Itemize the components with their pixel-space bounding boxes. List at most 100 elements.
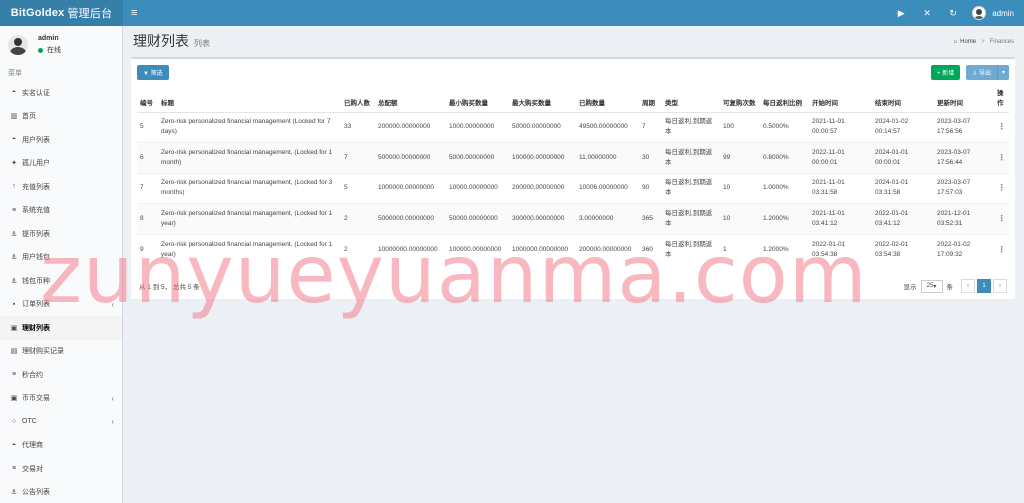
- brand-sub: 管理后台: [67, 8, 113, 20]
- menu-item-icon: ◓: [11, 441, 17, 449]
- table-cell: 200000.00000000: [509, 172, 576, 204]
- table-cell: 2023-03-07 17:56:44: [934, 142, 994, 173]
- column-header: 最小购买数量: [446, 85, 509, 113]
- sidebar-item[interactable]: ≡ 交易对: [0, 457, 122, 481]
- prev-page-button[interactable]: ‹: [961, 279, 975, 293]
- table-cell: 1000000.00000000: [375, 172, 446, 204]
- sidebar-item-label: 用户钱包: [22, 254, 50, 262]
- sidebar-item[interactable]: ✦ 孤儿用户: [0, 152, 122, 176]
- sidebar-item[interactable]: ○ OTC ‹: [0, 410, 122, 434]
- sidebar-item-label: 实名认证: [22, 89, 50, 97]
- table-header-row: 编号 标题 已购人数 总配额 最小购买数量 最大购买数量 已购数量 周期 类型 可复购次数 每日返利…: [137, 85, 1009, 113]
- breadcrumb-separator: >: [981, 39, 985, 45]
- table-cell: 2022-01-01 03:41:12: [872, 203, 934, 234]
- row-actions-icon[interactable]: ⋮: [994, 111, 1009, 143]
- menu-item-icon: ▪: [12, 300, 16, 308]
- expand-icon[interactable]: ✕: [914, 8, 940, 19]
- user-status-text: 在线: [47, 47, 61, 54]
- table-cell: 0.5000%: [760, 111, 809, 143]
- sidebar-item-label: 理财列表: [22, 324, 50, 332]
- toolbar: ▼ 筛选 + 新增 ⇩ 导出 ▾: [131, 59, 1015, 85]
- table-cell: Zero-risk personalized financial managem…: [158, 203, 341, 234]
- sidebar-item[interactable]: ≡ 秒合约: [0, 363, 122, 387]
- sidebar-item[interactable]: ▥ 首页: [0, 105, 122, 129]
- brand-logo[interactable]: BitGoldex 管理后台: [0, 0, 123, 26]
- table-cell: 200000.00000000: [576, 233, 639, 265]
- sidebar-item-label: 用户列表: [22, 136, 50, 144]
- sidebar-item[interactable]: ⚓ 用户钱包: [0, 246, 122, 270]
- sidebar-item[interactable]: ⚓ 提币列表: [0, 222, 122, 246]
- sidebar-item[interactable]: ▣ 币币交易 ‹: [0, 387, 122, 411]
- sidebar: admin 在线 菜单 ◓ 实名认证 ▥ 首页 ◓ 用户列表 ✦ 孤儿用户 ↑ 充值列表 ≡ 系统充值…: [0, 26, 123, 503]
- table-cell: 1.2000%: [760, 203, 809, 234]
- breadcrumb: ⌂ Home > Finances: [953, 39, 1014, 45]
- page-subtitle: 列表: [194, 38, 210, 48]
- finance-table: 编号 标题 已购人数 总配额 最小购买数量 最大购买数量 已购数量 周期 类型 可复购次数 每日返利…: [137, 85, 1009, 265]
- sidebar-item[interactable]: ⚓ 公告列表: [0, 481, 122, 503]
- table-cell: 9: [137, 233, 158, 265]
- sidebar-item[interactable]: ◓ 实名认证: [0, 81, 122, 105]
- play-icon[interactable]: ▶: [888, 8, 914, 19]
- table-cell: 1000.00000000: [446, 111, 509, 143]
- menu-item-icon: ○: [11, 418, 17, 426]
- export-dropdown-caret[interactable]: ▾: [997, 65, 1009, 80]
- column-header: 可复购次数: [720, 85, 760, 113]
- sidebar-item[interactable]: ▣ 理财列表: [0, 316, 122, 340]
- sidebar-item-label: 理财购买记录: [22, 348, 64, 356]
- sidebar-item[interactable]: ↑ 充值列表: [0, 175, 122, 199]
- page-size-label: 显示: [903, 284, 917, 291]
- finance-list-box: ▼ 筛选 + 新增 ⇩ 导出 ▾ 编号 标题 已购人数 总配额 最小购买数量 最大购买数量…: [131, 57, 1015, 299]
- next-page-button[interactable]: ›: [993, 279, 1007, 293]
- table-cell: 每日返利,到期返本: [662, 203, 720, 234]
- sidebar-item[interactable]: ◓ 代理商: [0, 434, 122, 458]
- row-actions-icon[interactable]: ⋮: [994, 142, 1009, 173]
- row-actions-icon[interactable]: ⋮: [994, 233, 1009, 265]
- row-actions-icon[interactable]: ⋮: [994, 203, 1009, 234]
- table-cell: Zero-risk personalized financial managem…: [158, 172, 341, 204]
- table-cell: 50000.00000000: [509, 111, 576, 143]
- top-user-menu[interactable]: admin: [972, 6, 1014, 20]
- column-header: 已购数量: [576, 85, 639, 113]
- sidebar-item[interactable]: ⚓ 钱包币种: [0, 269, 122, 293]
- menu-item-icon: ▤: [10, 348, 18, 356]
- sidebar-item-label: 公告列表: [22, 489, 50, 497]
- export-button[interactable]: ⇩ 导出: [966, 65, 997, 80]
- menu-header: 菜单: [8, 69, 22, 77]
- table-cell: 每日返利,到期返本: [662, 233, 720, 265]
- sidebar-item[interactable]: ▪ 订单列表 ‹: [0, 293, 122, 317]
- table-cell: 7: [341, 142, 375, 173]
- sidebar-item-label: 代理商: [22, 442, 43, 450]
- column-header: 周期: [639, 85, 662, 113]
- table-row: 6 Zero-risk personalized financial manage…: [137, 142, 1009, 173]
- sidebar-item-label: 交易对: [22, 465, 43, 473]
- avatar: [8, 35, 28, 55]
- table-cell: 5000000.00000000: [375, 203, 446, 234]
- table-cell: Zero-risk personalized financial managem…: [158, 142, 341, 173]
- menu-item-icon: ⚓: [10, 230, 18, 238]
- sidebar-item[interactable]: ≡ 系统充值: [0, 199, 122, 223]
- chevron-left-icon: ‹: [111, 299, 114, 309]
- table-cell: 2021-11-01 03:31:58: [809, 172, 872, 204]
- column-header: 标题: [158, 85, 341, 113]
- sidebar-item-label: 秒合约: [22, 371, 43, 379]
- menu-item-icon: ⚓: [10, 489, 18, 497]
- sidebar-item[interactable]: ◓ 用户列表: [0, 128, 122, 152]
- online-dot-icon: [38, 47, 43, 53]
- breadcrumb-home[interactable]: Home: [960, 39, 976, 45]
- table-cell: 6: [137, 142, 158, 173]
- page-size-select[interactable]: 25 ▾: [920, 279, 943, 293]
- column-header: 已购人数: [341, 85, 375, 113]
- filter-button[interactable]: ▼ 筛选: [137, 64, 169, 80]
- sidebar-toggle-icon[interactable]: ≡: [131, 7, 137, 19]
- add-button[interactable]: + 新增: [931, 65, 961, 80]
- sidebar-item[interactable]: ▤ 理财购买记录: [0, 340, 122, 364]
- table-cell: 2: [341, 203, 375, 234]
- table-cell: 2022-01-02 17:09:32: [934, 233, 994, 265]
- table-cell: 300000.00000000: [509, 203, 576, 234]
- table-cell: 3.00000000: [576, 203, 639, 234]
- table-cell: 90: [639, 172, 662, 204]
- page-button-1[interactable]: 1: [977, 279, 991, 293]
- sidebar-item-label: OTC: [22, 418, 37, 426]
- row-actions-icon[interactable]: ⋮: [994, 172, 1009, 204]
- refresh-icon[interactable]: ↻: [940, 8, 966, 19]
